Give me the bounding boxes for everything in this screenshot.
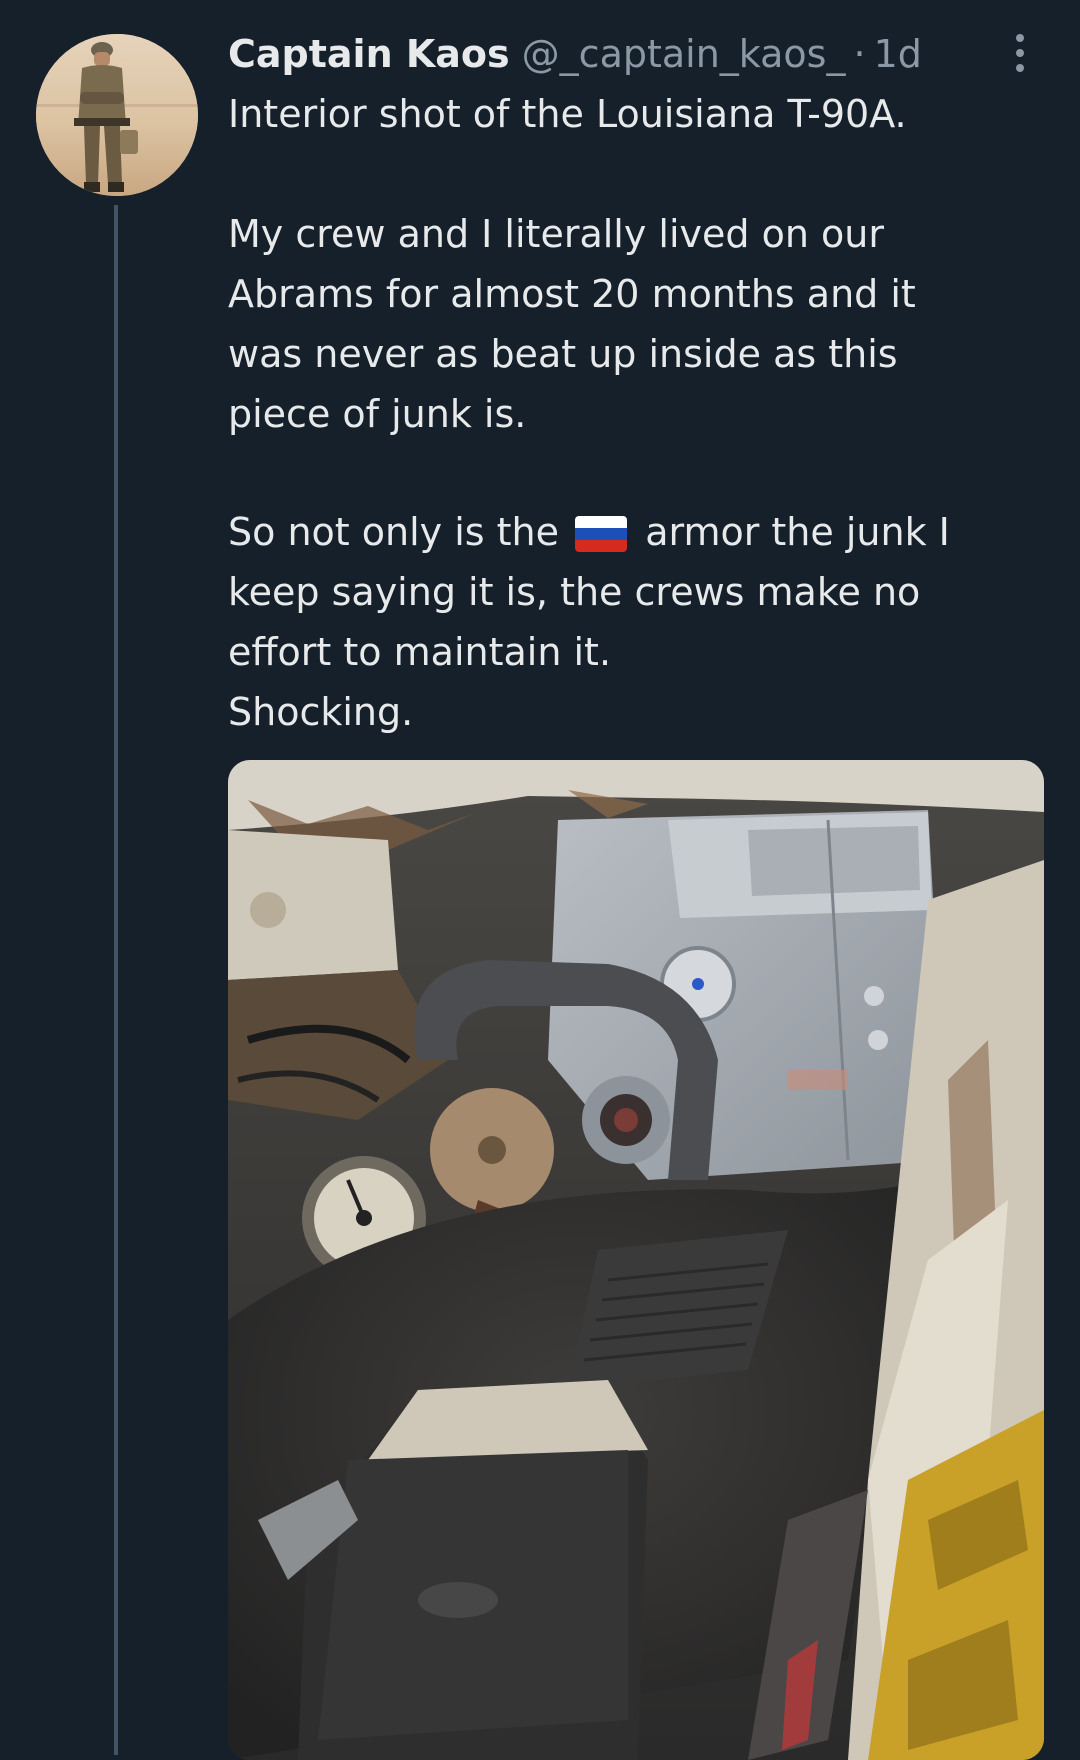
tweet-text-line: Shocking.: [228, 690, 414, 734]
tweet-text-line: keep saying it is, the crews make no: [228, 570, 921, 614]
tweet-text-segment: So not only is the: [228, 510, 560, 554]
tank-interior-image: [228, 760, 1044, 1760]
thread-line: [114, 205, 118, 1755]
tweet-text-segment: armor the junk I: [645, 510, 950, 554]
avatar[interactable]: [36, 34, 198, 196]
tweet-timestamp[interactable]: 1d: [874, 26, 922, 82]
tweet[interactable]: Captain Kaos @_captain_kaos_ · 1d Interi…: [0, 0, 1080, 1760]
tweet-text-line: effort to maintain it.: [228, 630, 612, 674]
avatar-image: [36, 34, 198, 196]
more-options-icon[interactable]: [1000, 30, 1040, 76]
tweet-text-line: So not only is the armor the junk I: [228, 502, 1028, 562]
separator-dot: ·: [853, 32, 866, 76]
tweet-text-line: Interior shot of the Louisiana T-90A.: [228, 92, 907, 136]
author-handle[interactable]: @_captain_kaos_: [522, 26, 846, 82]
tweet-header: Captain Kaos @_captain_kaos_ · 1d: [228, 26, 922, 82]
tweet-text-line: Abrams for almost 20 months and it: [228, 272, 916, 316]
tweet-photo[interactable]: [228, 760, 1044, 1760]
tweet-text-line: My crew and I literally lived on our: [228, 212, 884, 256]
tweet-text-line: was never as beat up inside as this: [228, 332, 898, 376]
tweet-text-line: piece of junk is.: [228, 392, 527, 436]
russia-flag-icon: [575, 516, 628, 552]
author-name[interactable]: Captain Kaos: [228, 26, 510, 82]
